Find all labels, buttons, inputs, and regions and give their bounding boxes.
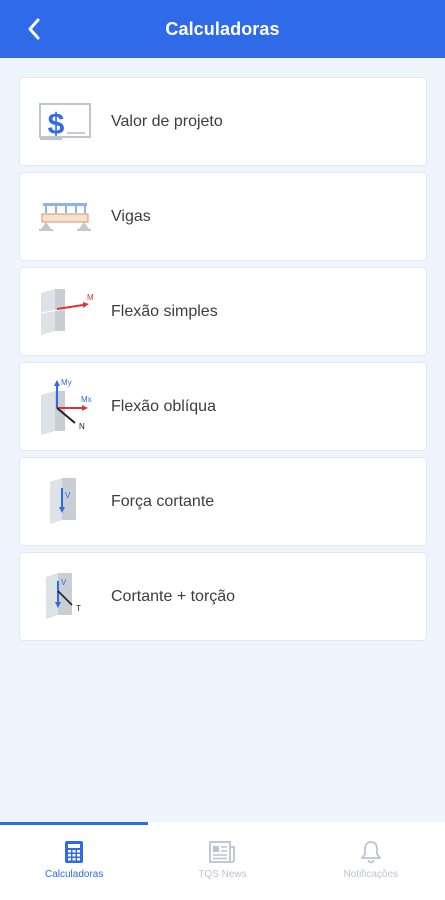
calculator-label: Força cortante — [111, 492, 215, 510]
bell-icon — [360, 841, 381, 864]
beam-icon — [20, 172, 110, 261]
dollar-sign-icon: $ — [20, 77, 110, 166]
moment-x-label: Mx — [81, 395, 92, 404]
moment-label: M — [87, 293, 94, 302]
svg-text:$: $ — [48, 108, 65, 141]
calculator-item-valor-de-projeto[interactable]: $ Valor de projeto — [19, 77, 427, 166]
app-bar: Calculadoras — [0, 0, 445, 58]
newspaper-icon — [209, 841, 236, 863]
shear-torsion-icon: V T — [20, 552, 110, 641]
shear-label: V — [65, 491, 71, 500]
nav-item-notificacoes[interactable]: Notificações — [297, 822, 445, 900]
calculator-item-flexao-simples[interactable]: M Flexão simples — [19, 267, 427, 356]
nav-label: Notificações — [343, 869, 399, 880]
calculator-item-flexao-obliqua[interactable]: My Mx N Flexão oblíqua — [19, 362, 427, 451]
active-tab-indicator — [0, 822, 148, 825]
calculator-label: Flexão oblíqua — [111, 397, 216, 415]
nav-item-tqs-news[interactable]: TQS News — [148, 822, 296, 900]
nav-label: TQS News — [198, 869, 247, 880]
shear-force-icon: V — [20, 457, 110, 546]
page-title: Calculadoras — [165, 18, 280, 39]
calculator-list: $ Valor de projeto Vigas M Flexão simple… — [19, 77, 427, 647]
simple-bending-icon: M — [20, 267, 110, 356]
bottom-navigation: Calculadoras TQS News Notificações — [0, 822, 445, 900]
calculator-icon — [65, 841, 84, 863]
calculator-label: Vigas — [111, 207, 151, 225]
calculator-label: Valor de projeto — [111, 112, 223, 130]
calculator-item-cortante-torcao[interactable]: V T Cortante + torção — [19, 552, 427, 641]
normal-label: N — [79, 422, 85, 431]
moment-y-label: My — [61, 378, 72, 387]
oblique-bending-icon: My Mx N — [20, 362, 110, 451]
nav-label: Calculadoras — [44, 869, 104, 880]
calculator-label: Flexão simples — [111, 302, 218, 320]
nav-item-calculadoras[interactable]: Calculadoras — [0, 822, 148, 900]
shear-label: V — [61, 578, 67, 587]
torsion-label: T — [76, 604, 81, 613]
calculator-label: Cortante + torção — [111, 587, 236, 605]
chevron-left-icon — [28, 18, 40, 40]
calculator-item-vigas[interactable]: Vigas — [19, 172, 427, 261]
calculator-item-forca-cortante[interactable]: V Força cortante — [19, 457, 427, 546]
back-button[interactable] — [18, 13, 50, 45]
